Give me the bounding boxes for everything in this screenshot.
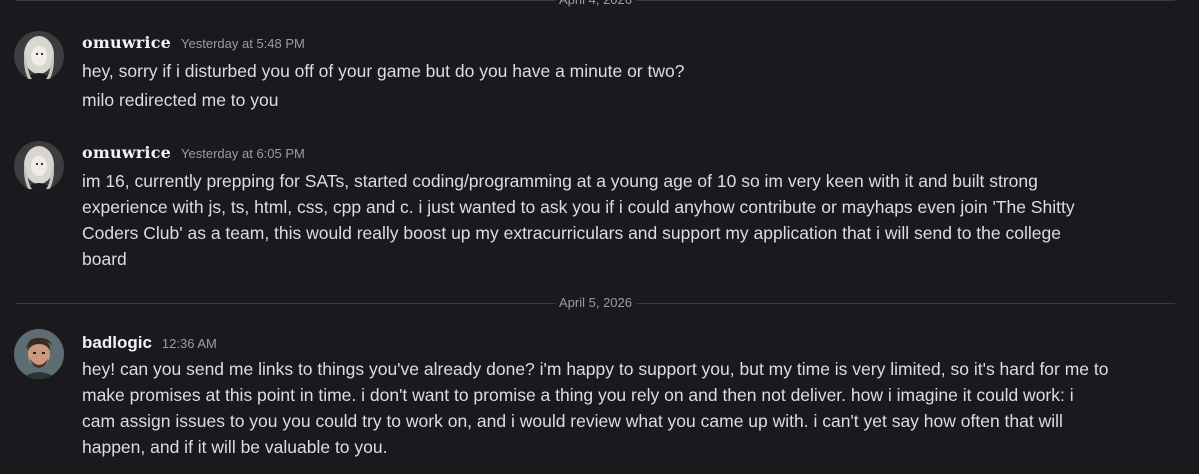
- message-header: omuwrice Yesterday at 6:05 PM: [82, 143, 305, 162]
- message-text: im 16, currently prepping for SATs, star…: [82, 171, 1038, 191]
- user-avatar-icon: [14, 31, 64, 81]
- message-timestamp[interactable]: Yesterday at 5:48 PM: [181, 36, 305, 51]
- author-name[interactable]: omuwrice: [82, 33, 171, 52]
- date-divider: April 5, 2026: [16, 295, 1175, 311]
- message-text: hey! can you send me links to things you…: [82, 359, 1109, 379]
- message-text: hey, sorry if i disturbed you off of you…: [82, 61, 685, 81]
- message-text: board: [82, 249, 127, 269]
- message-text: cam assign issues to you you could try t…: [82, 411, 1063, 431]
- user-avatar-icon: [14, 141, 64, 191]
- message-header: badlogic 12:36 AM: [82, 333, 217, 353]
- message-text: milo redirected me to you: [82, 90, 279, 110]
- message-text: Coders Club' as a team, this would reall…: [82, 223, 1061, 243]
- message-list: April 4, 2026 omuwrice Yesterday at 5:48…: [0, 0, 1199, 474]
- avatar[interactable]: [14, 329, 64, 379]
- date-divider-label: April 5, 2026: [555, 295, 636, 311]
- avatar[interactable]: [14, 141, 64, 191]
- user-avatar-icon: [14, 329, 64, 379]
- message-timestamp[interactable]: Yesterday at 6:05 PM: [181, 146, 305, 161]
- message-text: make promises at this point in time. i d…: [82, 385, 1074, 405]
- author-name[interactable]: badlogic: [82, 333, 152, 353]
- date-divider: April 4, 2026: [16, 0, 1175, 8]
- message-text: experience with js, ts, html, css, cpp a…: [82, 197, 1075, 217]
- message-header: omuwrice Yesterday at 5:48 PM: [82, 33, 305, 52]
- message-text: happen, and if it will be valuable to yo…: [82, 437, 388, 457]
- avatar[interactable]: [14, 31, 64, 81]
- author-name[interactable]: omuwrice: [82, 143, 171, 162]
- message-timestamp[interactable]: 12:36 AM: [162, 336, 217, 351]
- date-divider-label: April 4, 2026: [555, 0, 636, 8]
